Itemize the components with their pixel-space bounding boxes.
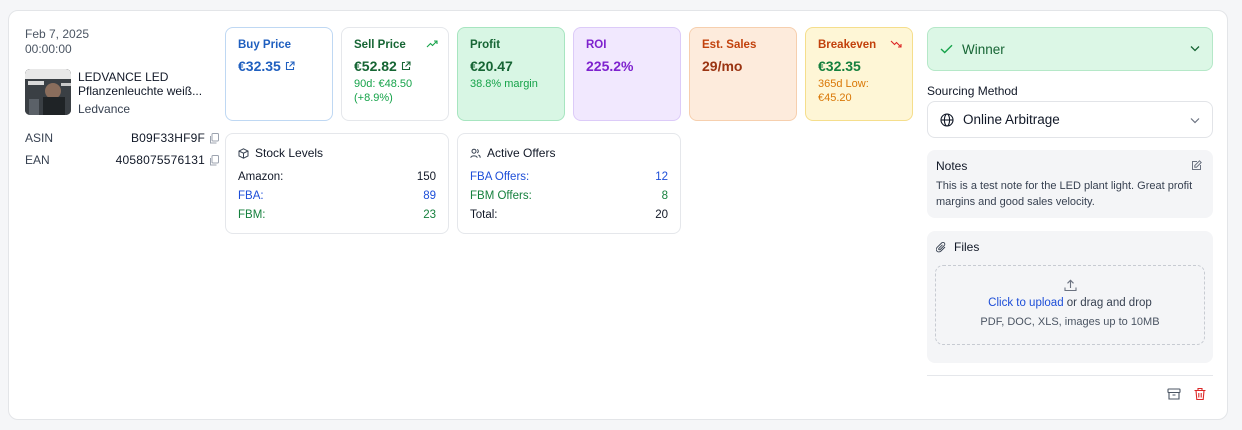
file-dropzone[interactable]: Click to upload or drag and drop PDF, DO… <box>935 265 1205 345</box>
stock-levels-header: Stock Levels <box>238 146 436 160</box>
check-icon <box>940 44 953 54</box>
files-header: Files <box>936 240 1204 254</box>
offers-row-fbm: FBM Offers: 8 <box>470 190 668 202</box>
date-text: Feb 7, 2025 <box>25 27 90 41</box>
profit-label: Profit <box>470 39 501 51</box>
est-sales-tile: Est. Sales 29/mo <box>689 27 797 121</box>
sourcing-method-select[interactable]: Online Arbitrage <box>927 101 1213 138</box>
external-link-icon[interactable] <box>401 61 411 71</box>
active-offers-header: Active Offers <box>470 146 668 160</box>
ean-row: EAN 4058075576131 <box>25 153 219 169</box>
stock-levels-panel: Stock Levels Amazon: 150 FBA: 89 FBM: 23 <box>225 133 449 234</box>
sell-price-tile: Sell Price €52.82 90d: €48.50 (+8.9%) <box>341 27 449 121</box>
buy-price-value: €32.35 <box>238 58 320 74</box>
trash-icon[interactable] <box>1193 387 1207 401</box>
stock-row-fbm: FBM: 23 <box>238 209 436 221</box>
stock-row-amazon: Amazon: 150 <box>238 171 436 183</box>
chevron-down-icon <box>1190 118 1200 124</box>
sourcing-method-label: Sourcing Method <box>927 84 1018 98</box>
external-link-icon[interactable] <box>285 61 295 71</box>
status-value: Winner <box>962 41 1005 57</box>
product-title-line1: LEDVANCE LED <box>78 70 169 84</box>
sell-price-value: €52.82 <box>354 58 436 74</box>
roi-value: 225.2% <box>586 58 634 74</box>
est-sales-value: 29/mo <box>702 58 743 74</box>
users-icon <box>470 148 481 158</box>
buy-price-label: Buy Price <box>238 39 292 51</box>
upload-instruction: Click to upload or drag and drop <box>936 297 1204 309</box>
profit-tile: Profit €20.47 38.8% margin <box>457 27 565 121</box>
upload-hint: PDF, DOC, XLS, images up to 10MB <box>980 316 1160 328</box>
roi-label: ROI <box>586 39 607 51</box>
product-brand: Ledvance <box>78 102 131 116</box>
stock-row-fba: FBA: 89 <box>238 190 436 202</box>
sell-price-sub: 90d: €48.50 (+8.9%) <box>354 78 413 104</box>
added-date: Feb 7, 2025 00:00:00 <box>25 27 89 57</box>
trend-down-icon <box>890 40 902 48</box>
profit-margin: 38.8% margin <box>470 78 538 90</box>
chevron-down-icon <box>1190 46 1200 52</box>
globe-icon <box>940 112 954 127</box>
paperclip-icon <box>936 241 946 252</box>
active-offers-title: Active Offers <box>487 146 556 160</box>
copy-icon[interactable] <box>209 133 219 144</box>
offers-row-total: Total: 20 <box>470 209 668 221</box>
sourcing-method-value: Online Arbitrage <box>963 112 1060 127</box>
asin-value: B09F33HF9F <box>130 131 205 145</box>
offers-row-fba: FBA Offers: 12 <box>470 171 668 183</box>
breakeven-tile: Breakeven €32.35 365d Low: €45.20 <box>805 27 913 121</box>
notes-section: Notes This is a test note for the LED pl… <box>927 150 1213 218</box>
time-text: 00:00:00 <box>25 42 72 56</box>
profit-value: €20.47 <box>470 58 513 74</box>
upload-rest: or drag and drop <box>1063 297 1152 309</box>
upload-link[interactable]: Click to upload <box>988 297 1063 309</box>
notes-text[interactable]: This is a test note for the LED plant li… <box>936 178 1204 210</box>
sell-price-label: Sell Price <box>354 39 406 51</box>
edit-icon[interactable] <box>1191 160 1202 171</box>
files-title: Files <box>954 240 980 254</box>
status-select[interactable]: Winner <box>927 27 1213 71</box>
stock-levels-title: Stock Levels <box>255 146 324 160</box>
product-card: Feb 7, 2025 00:00:00 LEDVANCE LED Pflanz… <box>8 10 1228 420</box>
box-icon <box>238 147 249 159</box>
copy-icon[interactable] <box>209 155 219 166</box>
breakeven-label: Breakeven <box>818 39 877 51</box>
asin-label: ASIN <box>25 131 54 145</box>
ean-label: EAN <box>25 153 50 167</box>
active-offers-panel: Active Offers FBA Offers: 12 FBM Offers: 8… <box>457 133 681 234</box>
ean-value: 4058075576131 <box>115 153 205 167</box>
est-sales-label: Est. Sales <box>702 39 757 51</box>
product-title-line2: Pflanzenleuchte weiß... <box>78 84 203 98</box>
trend-up-icon <box>426 40 438 48</box>
asin-row: ASIN B09F33HF9F <box>25 131 219 147</box>
product-image[interactable] <box>25 69 71 115</box>
archive-icon[interactable] <box>1167 387 1181 401</box>
product-title[interactable]: LEDVANCE LED Pflanzenleuchte weiß... <box>78 70 218 98</box>
buy-price-tile: Buy Price €32.35 <box>225 27 333 121</box>
breakeven-value: €32.35 <box>818 58 861 74</box>
breakeven-sub: 365d Low: €45.20 <box>818 78 869 104</box>
notes-title: Notes <box>936 159 968 173</box>
footer-divider <box>927 375 1213 376</box>
roi-tile: ROI 225.2% <box>573 27 681 121</box>
files-section: Files Click to upload or drag and drop P… <box>927 231 1213 363</box>
upload-icon <box>1063 279 1077 292</box>
